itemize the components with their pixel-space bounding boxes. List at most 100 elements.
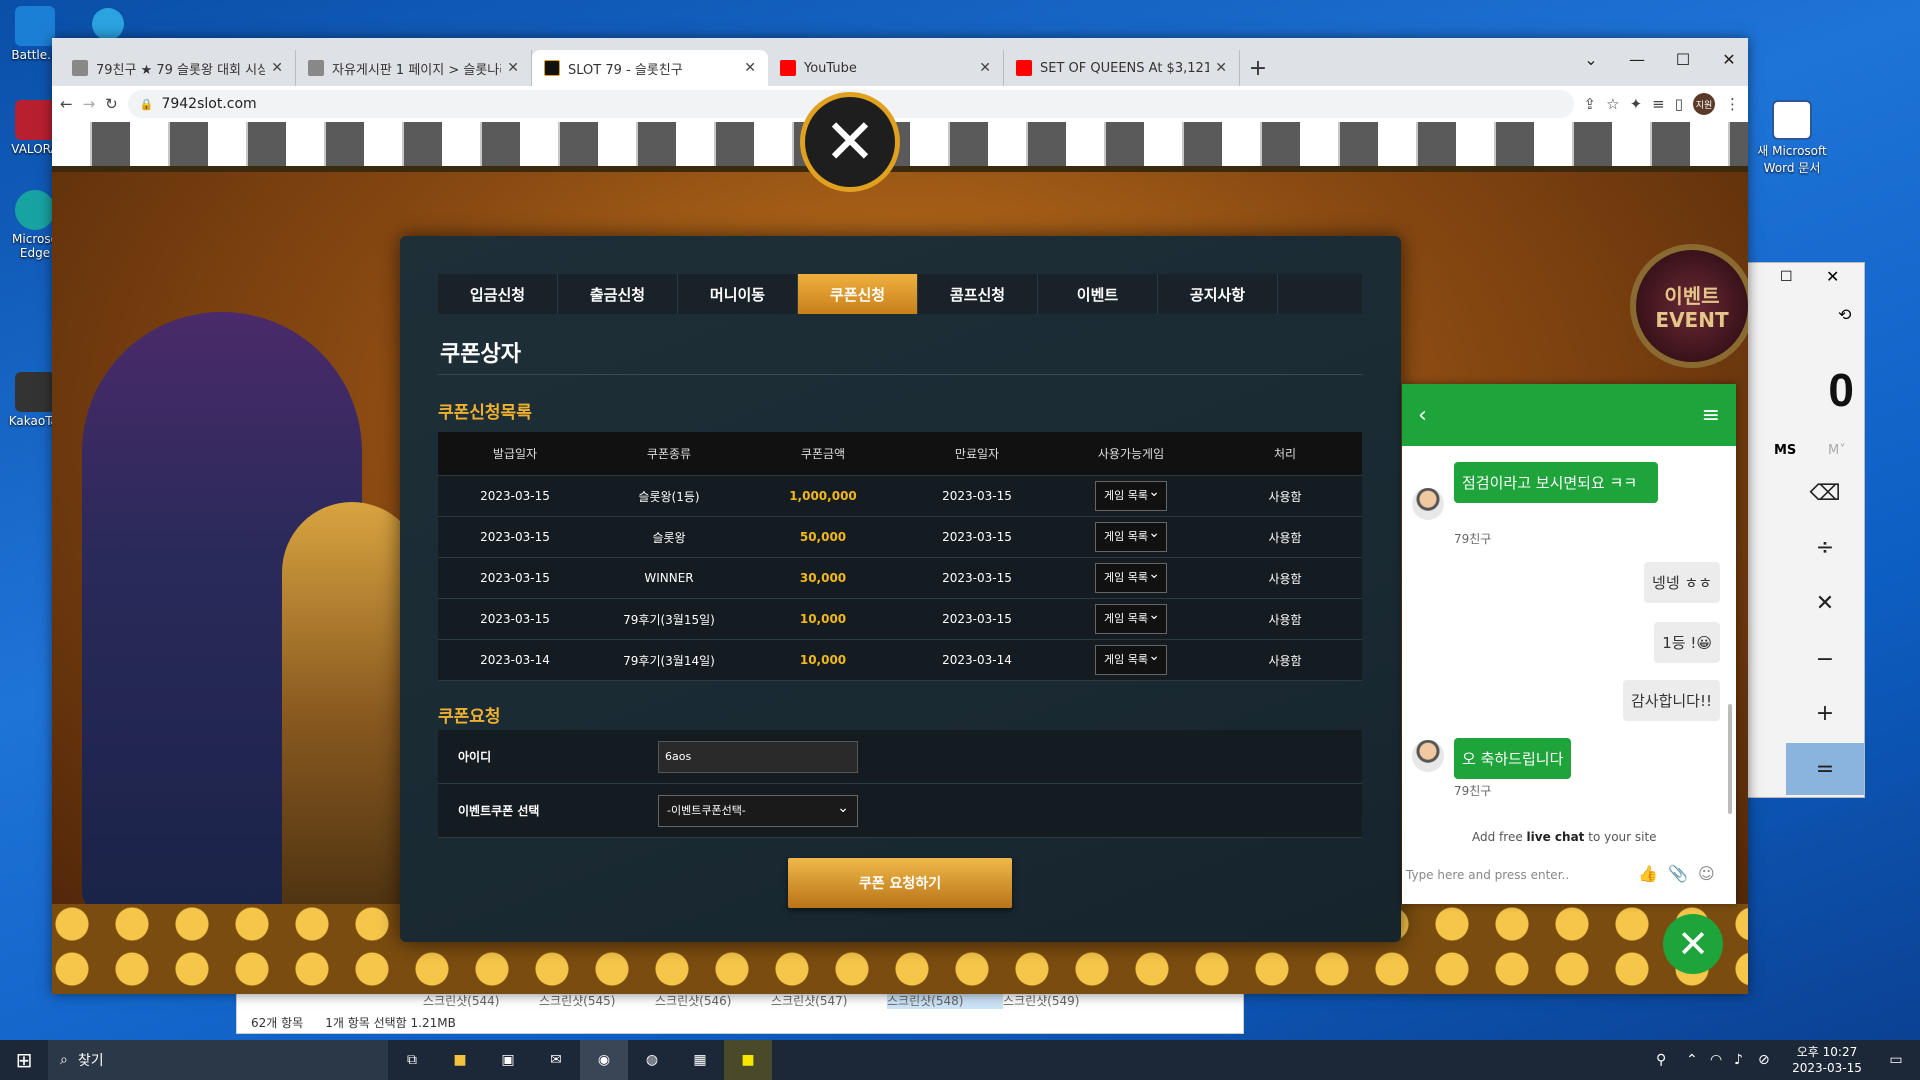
file-item[interactable]: 스크린샷(544)	[423, 992, 539, 1009]
ime-icon[interactable]: ⊘	[1758, 1052, 1782, 1068]
people-icon[interactable]: ⚲	[1656, 1052, 1686, 1068]
table-row: 2023-03-15 79후기(3월15일) 10,000 2023-03-15…	[438, 599, 1362, 640]
tab-title: YouTube	[804, 60, 857, 76]
tab-comp[interactable]: 콤프신청	[918, 274, 1038, 314]
notification-icon[interactable]: ▭	[1872, 1052, 1920, 1068]
calc-divide-button[interactable]: ÷	[1786, 521, 1864, 573]
calc-history-icon[interactable]: ⟲	[1838, 305, 1851, 324]
tab-title: SLOT 79 - 슬롯친구	[568, 62, 683, 78]
cell-issued: 2023-03-15	[480, 571, 550, 585]
game-list-select[interactable]: 게임 목록	[1095, 642, 1167, 675]
calculator-icon[interactable]: ▦	[676, 1052, 724, 1068]
kakaotalk-taskbar-icon[interactable]: ■	[724, 1040, 772, 1080]
id-input[interactable]: 6aos	[658, 740, 858, 773]
game-list-select[interactable]: 게임 목록	[1095, 601, 1167, 634]
mail-icon[interactable]: ✉	[532, 1052, 580, 1068]
store-icon[interactable]: ▣	[484, 1052, 532, 1068]
browser-tab-active[interactable]: SLOT 79 - 슬롯친구 ✕	[532, 50, 768, 86]
calc-equals-button[interactable]: =	[1786, 743, 1864, 795]
chat-message-input[interactable]: Type here and press enter..	[1406, 868, 1606, 882]
tab-money-transfer[interactable]: 머니이동	[678, 274, 798, 314]
chat-message-agent: 점검이라고 보시면되요 ㅋㅋ	[1454, 462, 1658, 503]
tab-event[interactable]: 이벤트	[1038, 274, 1158, 314]
desktop-icon-word[interactable]: 새 Microsoft Word 문서	[1748, 100, 1836, 176]
table-row: 2023-03-15 WINNER 30,000 2023-03-15 게임 목…	[438, 558, 1362, 599]
tray-chevron-icon[interactable]: ⌃	[1686, 1052, 1710, 1068]
extensions-icon[interactable]: ✦	[1630, 95, 1643, 113]
reload-icon[interactable]: ↻	[105, 95, 118, 113]
tab-close-icon[interactable]: ✕	[744, 60, 756, 76]
chat-close-button[interactable]: ✕	[1663, 914, 1723, 974]
browser-tab[interactable]: SET OF QUEENS At $3,121,980 ✕	[1004, 50, 1240, 86]
taskbar-search[interactable]: ⌕ 찾기	[48, 1040, 388, 1080]
minimize-icon[interactable]: —	[1614, 44, 1660, 74]
calc-close-icon[interactable]: ✕	[1826, 267, 1839, 286]
cell-issued: 2023-03-15	[480, 612, 550, 626]
tab-close-icon[interactable]: ✕	[271, 60, 283, 76]
menu-kebab-icon[interactable]: ⋮	[1725, 95, 1740, 113]
volume-icon[interactable]: ♪	[1734, 1052, 1758, 1068]
tab-close-icon[interactable]: ✕	[1215, 60, 1227, 76]
network-icon[interactable]: ◠	[1710, 1052, 1734, 1068]
browser-tab[interactable]: 79친구 ★ 79 슬롯왕 대회 시상식 ✕	[60, 50, 296, 86]
chevron-left-icon[interactable]: ‹	[1418, 403, 1427, 428]
live-chat-widget: ‹ ≡ 점검이라고 보시면되요 ㅋㅋ 79친구 넹넹 ㅎㅎ 1등 !😀 감사합니다…	[1402, 384, 1736, 904]
task-view-icon[interactable]: ⧉	[388, 1052, 436, 1068]
file-explorer-icon[interactable]: ■	[436, 1052, 484, 1068]
tab-close-icon[interactable]: ✕	[979, 60, 991, 76]
event-badge[interactable]: 이벤트 EVENT	[1630, 244, 1748, 368]
chrome-icon[interactable]: ◉	[580, 1040, 628, 1080]
calc-minus-button[interactable]: −	[1786, 633, 1864, 685]
calc-maximize-icon[interactable]: ☐	[1780, 269, 1793, 285]
share-icon[interactable]: ⇪	[1584, 95, 1597, 113]
window-controls: ⌄ — ☐ ✕	[1568, 44, 1752, 74]
forward-icon[interactable]: →	[83, 95, 96, 113]
tab-notice[interactable]: 공지사항	[1158, 274, 1278, 314]
clock[interactable]: 오후 10:27 2023-03-15	[1782, 1044, 1872, 1076]
back-icon[interactable]: ←	[60, 95, 73, 113]
browser-tab[interactable]: YouTube ✕	[768, 50, 1004, 86]
file-item[interactable]: 스크린샷(549)	[1003, 992, 1119, 1009]
file-item-selected[interactable]: 스크린샷(548)	[887, 991, 1003, 1009]
maximize-icon[interactable]: ☐	[1660, 44, 1706, 74]
chat-promo-link[interactable]: Add free live chat to your site	[1472, 830, 1657, 844]
calc-mplus-button[interactable]: M˅	[1828, 443, 1846, 458]
close-window-icon[interactable]: ✕	[1706, 44, 1752, 74]
calc-multiply-button[interactable]: ✕	[1786, 577, 1864, 629]
game-list-select[interactable]: 게임 목록	[1095, 519, 1167, 552]
tab-coupon[interactable]: 쿠폰신청	[798, 274, 918, 314]
attachment-icon[interactable]: 📎	[1668, 864, 1688, 883]
tab-deposit[interactable]: 입금신청	[438, 274, 558, 314]
game-list-select[interactable]: 게임 목록	[1095, 560, 1167, 593]
new-tab-button[interactable]: +	[1240, 50, 1276, 86]
calculator-window[interactable]: ☐ ✕ ⟲ 0 MS M˅ ⌫ ÷ ✕ − + =	[1745, 262, 1865, 798]
event-coupon-select[interactable]: -이벤트쿠폰선택- ⌄	[658, 794, 858, 827]
tab-close-icon[interactable]: ✕	[507, 60, 519, 76]
thumbs-up-icon[interactable]: 👍	[1638, 864, 1658, 883]
bookmark-star-icon[interactable]: ☆	[1606, 95, 1619, 113]
media-icon[interactable]: ≡	[1652, 95, 1665, 113]
file-item[interactable]: 스크린샷(547)	[771, 992, 887, 1009]
game-list-select[interactable]: 게임 목록	[1095, 478, 1167, 511]
browser-tab[interactable]: 자유게시판 1 페이지 > 슬롯나라 ✕	[296, 50, 532, 86]
calc-backspace-button[interactable]: ⌫	[1786, 467, 1864, 519]
calc-ms-button[interactable]: MS	[1774, 443, 1796, 458]
chat-scrollbar[interactable]	[1728, 704, 1732, 814]
tab-withdraw[interactable]: 출금신청	[558, 274, 678, 314]
file-item[interactable]: 스크린샷(545)	[539, 992, 655, 1009]
discord-icon[interactable]: ◍	[628, 1052, 676, 1068]
tab-search-chevron-icon[interactable]: ⌄	[1568, 44, 1614, 74]
telegram-icon[interactable]	[92, 8, 124, 40]
cell-expire: 2023-03-15	[942, 530, 1012, 544]
emoji-icon[interactable]: ☺	[1698, 864, 1715, 883]
hamburger-menu-icon[interactable]: ≡	[1702, 403, 1720, 428]
explorer-item-count: 62개 항목	[251, 1015, 304, 1030]
modal-close-button[interactable]: ✕	[800, 92, 900, 192]
windows-start-icon[interactable]: ⊞	[0, 1048, 48, 1072]
coupon-request-button[interactable]: 쿠폰 요청하기	[788, 858, 1012, 908]
file-item[interactable]: 스크린샷(546)	[655, 992, 771, 1009]
file-explorer-window[interactable]: 스크린샷(544) 스크린샷(545) 스크린샷(546) 스크린샷(547) …	[236, 988, 1244, 1034]
profile-avatar[interactable]: 지원	[1693, 93, 1715, 115]
side-panel-icon[interactable]: ▯	[1675, 95, 1683, 113]
calc-plus-button[interactable]: +	[1786, 687, 1864, 739]
